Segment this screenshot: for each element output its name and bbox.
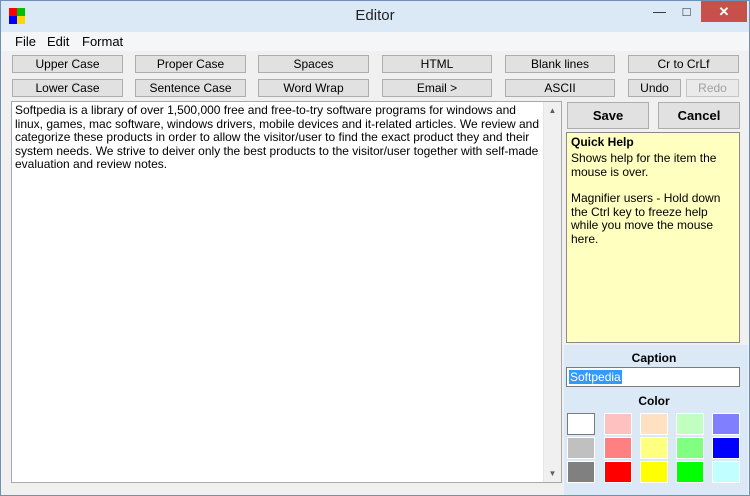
title-bar: Editor — □ ✕: [1, 1, 749, 31]
ascii-button[interactable]: ASCII: [505, 79, 615, 97]
cancel-button[interactable]: Cancel: [658, 102, 740, 129]
menu-file[interactable]: File: [15, 34, 36, 49]
color-swatch[interactable]: [604, 413, 632, 435]
color-swatch[interactable]: [567, 461, 595, 483]
quick-help-panel: Quick Help Shows help for the item the m…: [566, 132, 740, 343]
color-swatch[interactable]: [676, 437, 704, 459]
quick-help-title: Quick Help: [571, 135, 634, 149]
spaces-button[interactable]: Spaces: [258, 55, 369, 73]
menu-format[interactable]: Format: [82, 34, 123, 49]
proper-case-button[interactable]: Proper Case: [135, 55, 246, 73]
editor-content[interactable]: Softpedia is a library of over 1,500,000…: [15, 103, 541, 172]
redo-button: Redo: [686, 79, 739, 97]
cr-to-crlf-button[interactable]: Cr to CrLf: [628, 55, 739, 73]
word-wrap-button[interactable]: Word Wrap: [258, 79, 369, 97]
maximize-icon: □: [682, 4, 691, 19]
color-swatch[interactable]: [676, 413, 704, 435]
color-swatch[interactable]: [604, 437, 632, 459]
color-swatch[interactable]: [712, 437, 740, 459]
minimize-button[interactable]: —: [646, 1, 673, 22]
sentence-case-button[interactable]: Sentence Case: [135, 79, 246, 97]
window-title: Editor: [355, 7, 395, 24]
email-button[interactable]: Email >: [382, 79, 492, 97]
caption-label: Caption: [631, 351, 677, 365]
maximize-button[interactable]: □: [673, 1, 700, 22]
vertical-scrollbar[interactable]: ▲ ▼: [543, 102, 561, 482]
color-swatch[interactable]: [712, 413, 740, 435]
menu-edit[interactable]: Edit: [47, 34, 69, 49]
menu-bar: File Edit Format: [1, 32, 749, 51]
color-label: Color: [638, 394, 670, 408]
toolbar: Upper Case Proper Case Spaces HTML Blank…: [1, 51, 749, 99]
color-swatch[interactable]: [567, 437, 595, 459]
scroll-up-icon[interactable]: ▲: [544, 102, 561, 119]
color-swatch[interactable]: [676, 461, 704, 483]
upper-case-button[interactable]: Upper Case: [12, 55, 123, 73]
color-swatch[interactable]: [640, 461, 668, 483]
color-swatch[interactable]: [640, 413, 668, 435]
minimize-icon: —: [653, 4, 666, 19]
save-button[interactable]: Save: [567, 102, 649, 129]
html-button[interactable]: HTML: [382, 55, 492, 73]
color-swatch[interactable]: [712, 461, 740, 483]
undo-button[interactable]: Undo: [628, 79, 681, 97]
blank-lines-button[interactable]: Blank lines: [505, 55, 615, 73]
quick-help-text: Magnifier users - Hold down the Ctrl key…: [571, 191, 721, 246]
quick-help-text: Shows help for the item the mouse is ove…: [571, 151, 717, 179]
scroll-down-icon[interactable]: ▼: [544, 465, 561, 482]
caption-value[interactable]: Softpedia: [569, 370, 622, 384]
color-swatch[interactable]: [604, 461, 632, 483]
close-button[interactable]: ✕: [701, 1, 747, 22]
text-editor[interactable]: Softpedia is a library of over 1,500,000…: [11, 101, 562, 483]
editor-window: Editor — □ ✕ File Edit Format Upper Case…: [0, 0, 750, 496]
color-swatch[interactable]: [640, 437, 668, 459]
lower-case-button[interactable]: Lower Case: [12, 79, 123, 97]
close-icon: ✕: [718, 3, 730, 19]
caption-input[interactable]: Softpedia: [566, 367, 740, 387]
color-swatch[interactable]: [567, 413, 595, 435]
